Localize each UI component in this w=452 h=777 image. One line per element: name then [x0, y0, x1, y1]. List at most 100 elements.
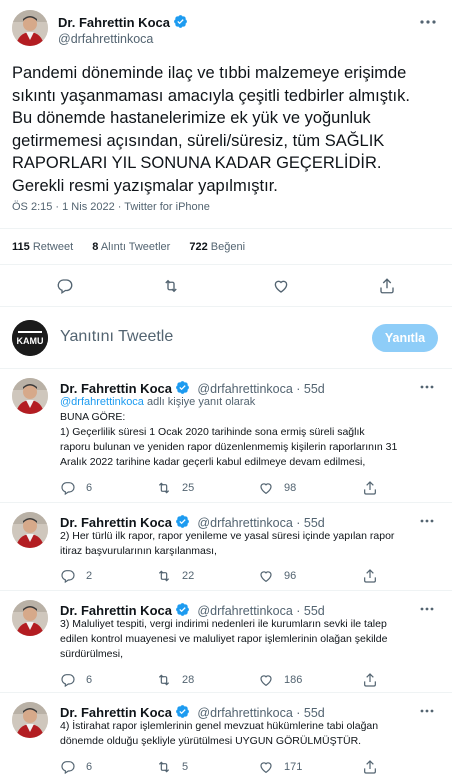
- reply-text: 2) Her türlü ilk rapor, rapor yenileme v…: [60, 529, 444, 559]
- replying-to-link[interactable]: @drfahrettinkoca: [60, 396, 144, 408]
- share-action[interactable]: [362, 758, 378, 776]
- author-avatar[interactable]: [12, 600, 48, 636]
- share-icon: [362, 672, 378, 688]
- reply-action[interactable]: 6: [60, 671, 92, 689]
- like-count: 186: [284, 673, 303, 686]
- retweet-icon: [156, 568, 172, 584]
- share-icon: [362, 759, 378, 775]
- quotes-count: 8: [92, 241, 99, 253]
- author-name[interactable]: Dr. Fahrettin Koca: [60, 705, 172, 720]
- reply-text-line: dönemde olduğu şekliyle yürütülmesi UYGU…: [60, 735, 362, 747]
- like-icon: [258, 480, 274, 496]
- tweet-stats: 115 Retweet 8 Alıntı Tweetler 722 Beğeni: [12, 241, 261, 253]
- retweet-action[interactable]: 28: [156, 671, 194, 689]
- tweet-timestamp[interactable]: ÖS 2:15 · 1 Nis 2022 · Twitter for iPhon…: [12, 201, 210, 213]
- reply-count: 6: [86, 673, 93, 686]
- kamu-logo: KAMU: [12, 320, 48, 356]
- tweet-text-line: Gerekli resmi yazışmalar yapılmıştır.: [12, 176, 278, 195]
- reply-text-line: edilen kontrol muayenesi ve maluliyet ra…: [60, 633, 388, 645]
- tweet-text: Pandemi döneminde ilaç ve tıbbi malzemey…: [12, 62, 444, 197]
- retweet-count: 28: [182, 673, 195, 686]
- retweet-count: 22: [182, 569, 195, 582]
- retweet-count: 5: [182, 760, 189, 773]
- reply-text-line: Aralık 2022 tarihine kadar geçerli kabul…: [60, 456, 366, 468]
- reply-count: 2: [86, 569, 93, 582]
- like-icon: [258, 759, 274, 775]
- like-count: 96: [284, 569, 297, 582]
- divider: [0, 264, 452, 265]
- likes-stat[interactable]: 722 Beğeni: [189, 241, 245, 253]
- quotes-stat[interactable]: 8 Alıntı Tweetler: [92, 241, 170, 253]
- reply-actions: 2 22 96: [60, 567, 444, 583]
- retweet-icon[interactable]: [162, 277, 180, 295]
- divider: [0, 368, 452, 369]
- reply-text-line: 4) İstirahat rapor işlemlerinin genel me…: [60, 720, 379, 732]
- like-count: 98: [284, 481, 297, 494]
- share-action[interactable]: [362, 671, 378, 689]
- author-avatar[interactable]: [12, 378, 48, 414]
- author-avatar[interactable]: [12, 10, 48, 46]
- reply-action[interactable]: 6: [60, 758, 92, 776]
- retweet-count: 25: [182, 481, 195, 494]
- reply-icon: [60, 672, 76, 688]
- reply-button[interactable]: Yanıtla: [372, 324, 438, 352]
- verified-badge-icon: [175, 602, 190, 617]
- reply-text-line: 1) Geçerlilik süresi 1 Ocak 2020 tarihin…: [60, 426, 365, 438]
- retweets-label: Retweet: [32, 241, 74, 253]
- more-options-icon[interactable]: [418, 514, 436, 528]
- retweet-action[interactable]: 5: [156, 758, 188, 776]
- verified-badge-icon: [173, 14, 188, 29]
- share-action[interactable]: [362, 479, 378, 497]
- author-name-row[interactable]: Dr. Fahrettin Koca: [58, 14, 188, 32]
- kamu-logo-text: KAMU: [17, 336, 44, 346]
- reply-text: BUNA GÖRE: 1) Geçerlilik süresi 1 Ocak 2…: [60, 410, 444, 470]
- reply-icon: [60, 480, 76, 496]
- reply-actions: 6 5 171: [60, 758, 444, 774]
- tweet-text-line: sıkıntı yaşanmaması amacıyla çeşitli ted…: [12, 86, 410, 105]
- author-avatar[interactable]: [12, 512, 48, 548]
- more-options-icon[interactable]: [418, 602, 436, 616]
- reply-icon[interactable]: [56, 277, 74, 295]
- reply-actions: 6 28 186: [60, 671, 444, 687]
- like-action[interactable]: 98: [258, 479, 296, 497]
- like-icon[interactable]: [272, 277, 290, 295]
- like-action[interactable]: 171: [258, 758, 302, 776]
- reply-text-line: 2) Her türlü ilk rapor, rapor yenileme v…: [60, 530, 395, 542]
- retweet-action[interactable]: 22: [156, 567, 194, 585]
- quotes-label: Alıntı Tweetler: [100, 241, 171, 253]
- reply-text-line: BUNA GÖRE:: [60, 411, 126, 423]
- reply-action[interactable]: 6: [60, 479, 92, 497]
- retweets-count: 115: [12, 241, 30, 253]
- reply-text: 3) Maluliyet tespiti, vergi indirimi ned…: [60, 617, 444, 662]
- reply-text-line: itiraz başvurularının karşılanması,: [60, 545, 217, 557]
- author-handle[interactable]: @drfahrettinkoca · 55d: [197, 706, 324, 720]
- more-options-icon[interactable]: [418, 380, 436, 394]
- divider: [0, 306, 452, 307]
- more-options-icon[interactable]: [418, 14, 438, 30]
- reply-action[interactable]: 2: [60, 567, 92, 585]
- author-name[interactable]: Dr. Fahrettin Koca: [60, 381, 172, 396]
- more-options-icon[interactable]: [418, 704, 436, 718]
- verified-badge-icon: [175, 380, 190, 395]
- author-handle[interactable]: @drfahrettinkoca · 55d: [197, 382, 324, 396]
- share-action[interactable]: [362, 567, 378, 585]
- like-action[interactable]: 186: [258, 671, 302, 689]
- verified-badge-icon: [175, 704, 190, 719]
- retweet-action[interactable]: 25: [156, 479, 194, 497]
- reply-count: 6: [86, 760, 93, 773]
- reply-input[interactable]: Yanıtını Tweetle: [60, 328, 173, 346]
- author-handle[interactable]: @drfahrettinkoca · 55d: [197, 516, 324, 530]
- current-user-avatar[interactable]: KAMU: [12, 320, 48, 356]
- like-action[interactable]: 96: [258, 567, 296, 585]
- retweet-icon: [156, 480, 172, 496]
- share-icon[interactable]: [378, 277, 396, 295]
- author-name[interactable]: Dr. Fahrettin Koca: [60, 515, 172, 530]
- author-name[interactable]: Dr. Fahrettin Koca: [58, 15, 170, 30]
- retweets-stat[interactable]: 115 Retweet: [12, 241, 73, 253]
- likes-label: Beğeni: [210, 241, 246, 253]
- author-handle[interactable]: @drfahrettinkoca: [58, 32, 153, 46]
- author-avatar[interactable]: [12, 702, 48, 738]
- author-name[interactable]: Dr. Fahrettin Koca: [60, 603, 172, 618]
- author-handle[interactable]: @drfahrettinkoca · 55d: [197, 604, 324, 618]
- reply-actions: 6 25 98: [60, 479, 444, 495]
